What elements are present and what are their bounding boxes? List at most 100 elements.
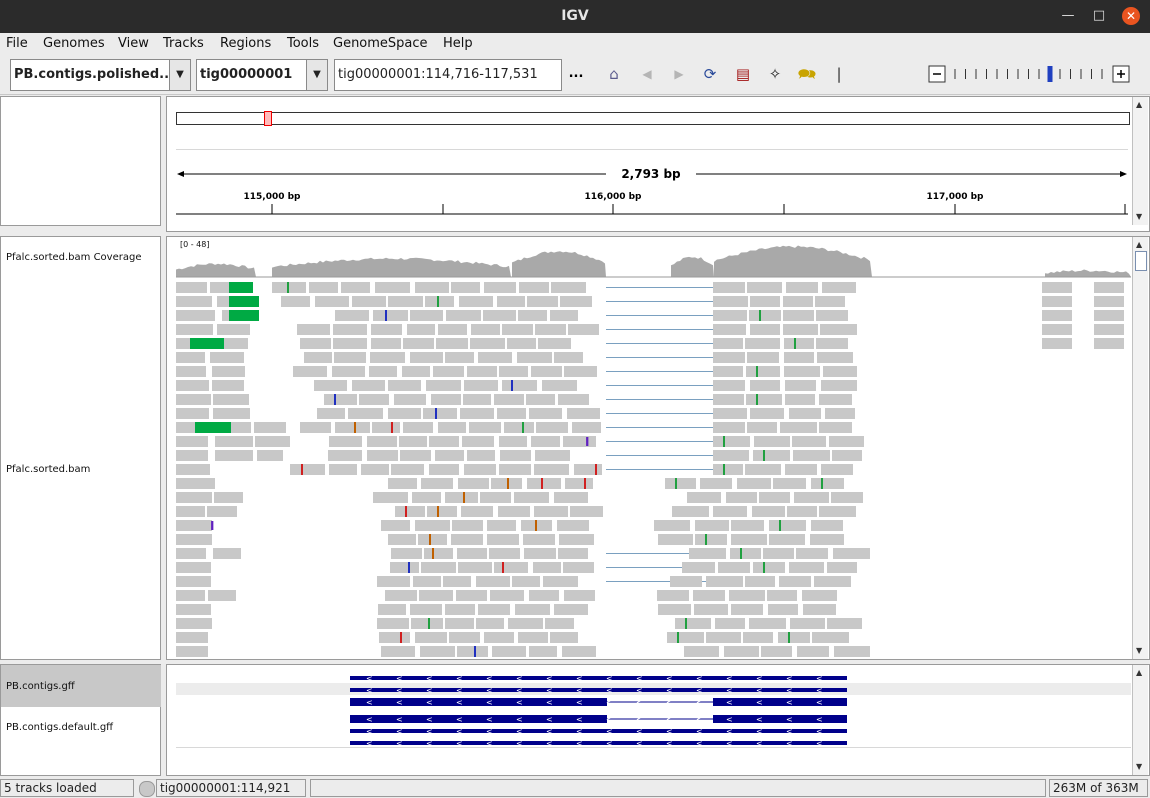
read [395, 506, 425, 517]
read [1042, 338, 1072, 349]
popup-info-icon[interactable]: 🗪 [797, 64, 817, 84]
read [176, 366, 206, 377]
read [497, 408, 526, 419]
read [388, 478, 417, 489]
strand-arrow-icon: < [666, 686, 673, 695]
read [657, 590, 689, 601]
read [796, 548, 828, 559]
ruler-name-panel [0, 96, 161, 226]
read [394, 394, 426, 405]
feature-view[interactable]: < < < < < < < < < < < < < < < < < < < < < < < < < < < < < < < < < < < < < < < <… [176, 665, 1131, 776]
scroll-up-icon[interactable]: ▲ [1136, 668, 1142, 677]
read [315, 296, 349, 307]
read [658, 604, 691, 615]
read [502, 380, 537, 391]
menu-view[interactable]: View [118, 36, 149, 51]
read [747, 352, 779, 363]
chromosome-ideogram[interactable] [176, 112, 1130, 125]
mismatch [354, 422, 356, 433]
read [431, 394, 461, 405]
chevron-down-icon[interactable]: ▼ [306, 60, 327, 90]
read [457, 646, 488, 657]
menu-genomespace[interactable]: GenomeSpace [333, 36, 428, 51]
track-name-coverage[interactable]: Pfalc.sorted.bam Coverage [6, 252, 141, 263]
scroll-up-icon[interactable]: ▲ [1136, 240, 1142, 249]
mismatch [756, 394, 758, 405]
close-icon[interactable]: ✕ [1122, 7, 1140, 25]
strand-arrow-icon: < [516, 739, 523, 748]
read [667, 632, 704, 643]
chromosome-dropdown[interactable]: tig00000001 ▼ [196, 59, 328, 91]
data-scrollbar[interactable]: ▲ ▼ [1132, 237, 1148, 659]
menu-help[interactable]: Help [443, 36, 473, 51]
back-icon[interactable]: ◀ [637, 64, 657, 84]
alignment-view[interactable]: II [176, 237, 1131, 660]
strand-arrow-icon: < [816, 715, 823, 724]
read [713, 422, 745, 433]
read [176, 548, 206, 559]
feature-panel[interactable]: < < < < < < < < < < < < < < < < < < < < < < < < < < < < < < < < < < < < < < < <… [166, 664, 1150, 776]
mismatch [756, 366, 758, 377]
read [418, 534, 447, 545]
read [373, 492, 408, 503]
genome-value: PB.contigs.polished... [14, 67, 174, 82]
forward-icon[interactable]: ▶ [669, 64, 689, 84]
menu-tracks[interactable]: Tracks [163, 36, 204, 51]
coverage-area [512, 251, 606, 277]
track-name-gff[interactable]: PB.contigs.gff [6, 681, 75, 692]
read [492, 646, 526, 657]
resize-icon[interactable]: ✧ [765, 64, 785, 84]
feature-scrollbar[interactable]: ▲ ▼ [1132, 665, 1148, 775]
soft-clip [190, 338, 224, 349]
ruler-scrollbar[interactable]: ▲ ▼ [1132, 97, 1148, 225]
read [436, 338, 468, 349]
read [176, 534, 212, 545]
scroll-up-icon[interactable]: ▲ [1136, 100, 1142, 109]
status-memory[interactable]: 263M of 363M [1049, 779, 1148, 797]
more-button[interactable]: ... [566, 64, 586, 84]
read [557, 520, 589, 531]
read [746, 366, 780, 377]
menu-file[interactable]: File [6, 36, 28, 51]
read [290, 464, 325, 475]
scroll-down-icon[interactable]: ▼ [1136, 212, 1142, 221]
strand-arrow-icon: < [786, 715, 793, 724]
scroll-down-icon[interactable]: ▼ [1136, 762, 1142, 771]
data-panel[interactable]: [0 - 48] II ▲ ▼ [166, 236, 1150, 660]
strand-arrow-icon: < [516, 698, 523, 707]
zoom-widget[interactable] [928, 65, 1132, 85]
read [335, 422, 370, 433]
region-of-interest-icon[interactable]: ▤ [733, 64, 753, 84]
menu-regions[interactable]: Regions [220, 36, 271, 51]
read [207, 506, 237, 517]
scroll-down-icon[interactable]: ▼ [1136, 646, 1142, 655]
read [695, 534, 727, 545]
minimize-icon[interactable]: — [1060, 8, 1076, 24]
chevron-down-icon[interactable]: ▼ [169, 60, 190, 90]
strand-arrow-icon: < [786, 727, 793, 736]
ruler[interactable]: 2,793 bp 115,000 bp 116,000 bp 117,000 b… [176, 162, 1130, 222]
mismatch [779, 520, 781, 531]
read [759, 492, 790, 503]
maximize-icon[interactable]: □ [1091, 8, 1107, 24]
read [460, 408, 494, 419]
alignments-track[interactable]: II [176, 282, 1124, 657]
mismatch [584, 478, 586, 489]
scroll-thumb[interactable] [1135, 251, 1147, 271]
refresh-icon[interactable]: ⟳ [700, 64, 720, 84]
locus-input[interactable]: tig00000001:114,716-117,531 [334, 59, 562, 91]
strand-arrow-icon: < [396, 739, 403, 748]
track-name-alignments[interactable]: Pfalc.sorted.bam [6, 464, 90, 475]
read [534, 506, 568, 517]
strand-arrow-icon: < [546, 674, 553, 683]
menu-tools[interactable]: Tools [287, 36, 319, 51]
genome-dropdown[interactable]: PB.contigs.polished... ▼ [10, 59, 191, 91]
strand-arrow-icon: < [576, 739, 583, 748]
track-name-default-gff[interactable]: PB.contigs.default.gff [6, 722, 113, 733]
status-message [310, 779, 1046, 797]
read [529, 646, 557, 657]
read [767, 590, 797, 601]
home-icon[interactable]: ⌂ [604, 64, 624, 84]
menu-genomes[interactable]: Genomes [43, 36, 105, 51]
mismatch [595, 464, 597, 475]
